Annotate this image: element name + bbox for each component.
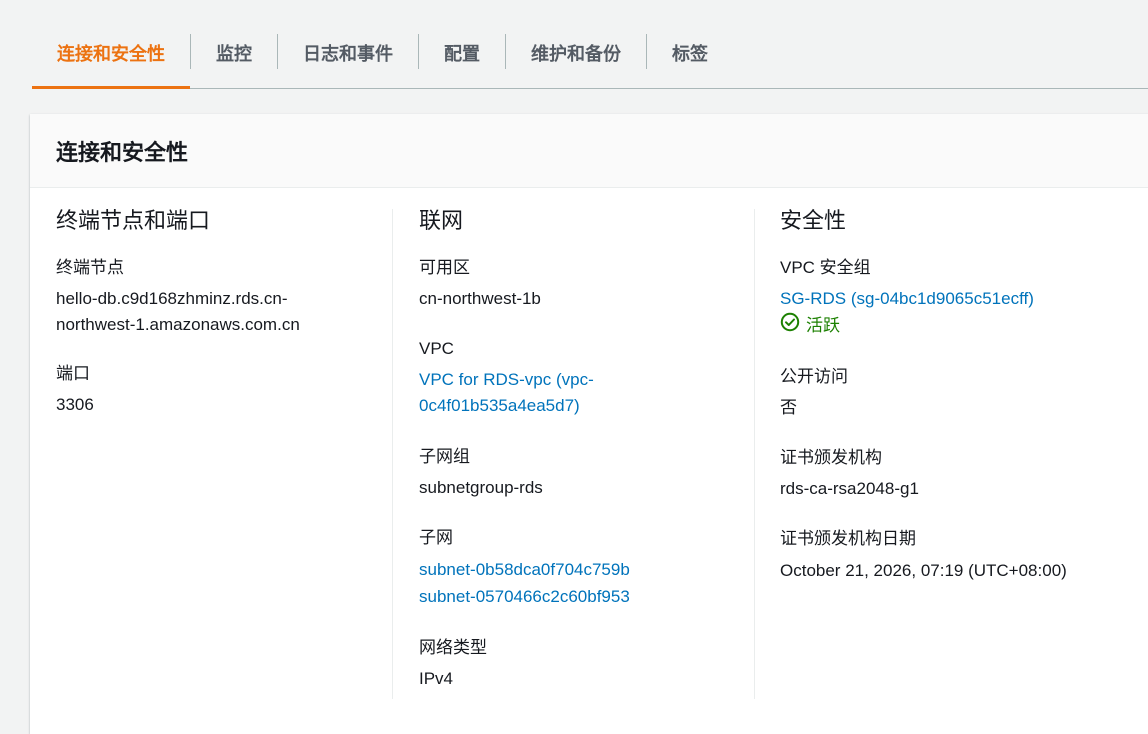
tab-maintenance-backups[interactable]: 维护和备份 [506, 18, 646, 88]
tab-tags[interactable]: 标签 [647, 18, 733, 88]
port-label: 端口 [56, 364, 90, 383]
subnet-link[interactable]: subnet-0570466c2c60bf953 [419, 584, 749, 610]
tab-monitoring[interactable]: 监控 [191, 18, 277, 88]
ca-date-label: 证书颁发机构日期 [780, 529, 916, 548]
endpoint-port-heading: 终端节点和端口 [56, 208, 211, 233]
tab-configuration[interactable]: 配置 [419, 18, 505, 88]
vpc-link-line2[interactable]: 0c4f01b535a4ea5d7) [419, 393, 749, 419]
security-group-status: 活跃 [780, 312, 1148, 339]
tab-logs-events[interactable]: 日志和事件 [278, 18, 418, 88]
subnet-group-value: subnetgroup-rds [419, 478, 543, 497]
networking-heading: 联网 [419, 208, 464, 233]
column-divider [392, 209, 393, 699]
az-label: 可用区 [419, 258, 470, 277]
column-divider [754, 209, 755, 699]
subnets-label: 子网 [419, 528, 453, 547]
endpoint-port-column: 终端节点和端口 终端节点 hello-db.c9d168zhminz.rds.c… [56, 189, 386, 418]
port-value: 3306 [56, 395, 94, 414]
network-type-label: 网络类型 [419, 638, 487, 657]
vpc-label: VPC [419, 339, 454, 358]
panel-title: 连接和安全性 [30, 114, 1148, 188]
subnet-group-label: 子网组 [419, 447, 470, 466]
ca-date-value: October 21, 2026, 07:19 (UTC+08:00) [780, 561, 1067, 580]
az-value: cn-northwest-1b [419, 289, 541, 308]
public-access-value: 否 [780, 398, 797, 417]
ca-label: 证书颁发机构 [780, 448, 882, 467]
endpoint-label: 终端节点 [56, 258, 124, 277]
tab-connectivity-security[interactable]: 连接和安全性 [32, 18, 190, 89]
status-text: 活跃 [806, 315, 840, 335]
panel-columns: 终端节点和端口 终端节点 hello-db.c9d168zhminz.rds.c… [30, 189, 1148, 734]
check-circle-icon [780, 312, 800, 339]
security-heading: 安全性 [780, 208, 847, 233]
security-group-label: VPC 安全组 [780, 258, 871, 277]
connectivity-security-panel: 连接和安全性 终端节点和端口 终端节点 hello-db.c9d168zhmin… [30, 114, 1148, 734]
endpoint-value-line1: hello-db.c9d168zhminz.rds.cn- [56, 289, 288, 308]
tab-bar: 连接和安全性 监控 日志和事件 配置 维护和备份 标签 [32, 18, 1148, 89]
subnet-link[interactable]: subnet-0b58dca0f704c759b [419, 557, 749, 583]
ca-value: rds-ca-rsa2048-g1 [780, 479, 919, 498]
vpc-link-line1[interactable]: VPC for RDS-vpc (vpc- [419, 367, 749, 393]
security-group-link[interactable]: SG-RDS (sg-04bc1d9065c51ecff) [780, 286, 1148, 312]
network-type-value: IPv4 [419, 669, 454, 688]
security-column: 安全性 VPC 安全组 SG-RDS (sg-04bc1d9065c51ecff… [780, 189, 1148, 584]
endpoint-value-line2: northwest-1.amazonaws.com.cn [56, 315, 300, 334]
public-access-label: 公开访问 [780, 367, 848, 386]
networking-column: 联网 可用区 cn-northwest-1b VPC VPC for RDS-v… [419, 189, 749, 692]
